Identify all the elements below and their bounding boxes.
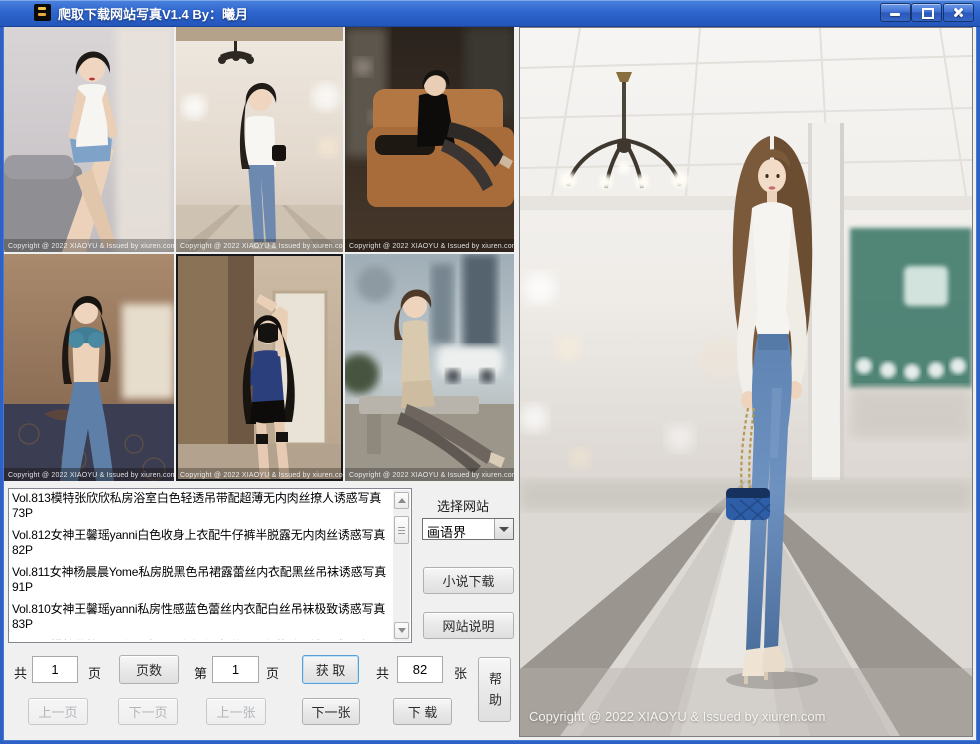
- current-page-input[interactable]: [212, 656, 259, 683]
- scroll-thumb[interactable]: [394, 516, 409, 544]
- next-page-button[interactable]: 下一页: [118, 698, 178, 725]
- thumbnail-copyright: Copyright @ 2022 XIAOYU & Issued by xiur…: [180, 243, 343, 250]
- page-count-button[interactable]: 页数: [119, 655, 179, 684]
- result-list: Vol.813模特张欣欣私房浴室白色轻透吊带配超薄无内肉丝撩人诱惑写真73P V…: [12, 491, 391, 640]
- thumbnail-photo-3: [345, 27, 514, 252]
- thumbnail-4[interactable]: Copyright @ 2022 XIAOYU & Issued by xiur…: [4, 254, 174, 481]
- list-item[interactable]: Vol.809模特艾静香黑色上衣配黑色短裙半脱露黑色蕾丝吊袜诱惑写真: [12, 639, 391, 640]
- app-icon: [34, 4, 51, 21]
- images-total-label: 共: [376, 663, 389, 682]
- thumbnail-copyright: Copyright @ 2022 XIAOYU & Issued by xiur…: [349, 243, 514, 250]
- thumbnail-photo-1: [4, 27, 174, 252]
- window-title: 爬取下载网站写真V1.4 By：曦月: [58, 4, 248, 23]
- thumbnail-photo-2: [176, 27, 343, 252]
- scroll-down-button[interactable]: [394, 622, 409, 639]
- thumbnail-copyright: Copyright @ 2022 XIAOYU & Issued by xiur…: [8, 472, 174, 479]
- site-select[interactable]: 画语界: [422, 518, 514, 540]
- preview-photo: [520, 28, 972, 736]
- close-button[interactable]: [943, 3, 974, 22]
- prev-page-button[interactable]: 上一页: [28, 698, 88, 725]
- list-item[interactable]: Vol.812女神王馨瑶yanni白色收身上衣配牛仔裤半脱露无内肉丝诱惑写真82…: [12, 528, 391, 558]
- site-select-value: 画语界: [427, 522, 466, 541]
- thumbnail-copyright: Copyright @ 2022 XIAOYU & Issued by xiur…: [180, 472, 343, 479]
- listbox-scrollbar[interactable]: [393, 490, 410, 641]
- preview-image: Copyright @ 2022 XIAOYU & Issued by xiur…: [519, 27, 973, 737]
- site-info-button[interactable]: 网站说明: [423, 612, 514, 639]
- thumbnail-photo-5: [176, 254, 343, 481]
- novel-download-button[interactable]: 小说下载: [423, 567, 514, 594]
- app-window: 爬取下载网站写真V1.4 By：曦月 Copyright @ 2022 XI: [0, 0, 980, 744]
- prev-image-button[interactable]: 上一张: [206, 698, 266, 725]
- maximize-button[interactable]: [911, 3, 942, 22]
- total-images-input[interactable]: [397, 656, 443, 683]
- thumbnail-1[interactable]: Copyright @ 2022 XIAOYU & Issued by xiur…: [4, 27, 174, 252]
- thumbnail-6[interactable]: Copyright @ 2022 XIAOYU & Issued by xiur…: [345, 254, 514, 481]
- site-select-label: 选择网站: [437, 496, 489, 515]
- thumbnail-3[interactable]: Copyright @ 2022 XIAOYU & Issued by xiur…: [345, 27, 514, 252]
- next-image-button[interactable]: 下一张: [302, 698, 360, 725]
- current-page-unit-label: 页: [266, 663, 279, 682]
- fetch-button[interactable]: 获 取: [302, 655, 359, 684]
- minimize-button[interactable]: [880, 3, 911, 22]
- total-pages-label: 共: [14, 663, 27, 682]
- list-item[interactable]: Vol.813模特张欣欣私房浴室白色轻透吊带配超薄无内肉丝撩人诱惑写真73P: [12, 491, 391, 521]
- list-item[interactable]: Vol.810女神王馨瑶yanni私房性感蓝色蕾丝内衣配白丝吊袜极致诱惑写真83…: [12, 602, 391, 632]
- thumbnail-5[interactable]: Copyright @ 2022 XIAOYU & Issued by xiur…: [176, 254, 343, 481]
- scroll-up-button[interactable]: [394, 492, 409, 509]
- list-item[interactable]: Vol.811女神杨晨晨Yome私房脱黑色吊裙露蕾丝内衣配黑丝吊袜诱惑写真91P: [12, 565, 391, 595]
- thumbnail-2[interactable]: Copyright @ 2022 XIAOYU & Issued by xiur…: [176, 27, 343, 252]
- chevron-down-icon[interactable]: [494, 519, 513, 539]
- pages-unit-label: 页: [88, 663, 101, 682]
- thumbnail-photo-6: [345, 254, 514, 481]
- current-page-label: 第: [194, 663, 207, 682]
- help-button[interactable]: 帮助: [478, 657, 511, 722]
- preview-copyright: Copyright @ 2022 XIAOYU & Issued by xiur…: [529, 709, 825, 724]
- thumbnail-copyright: Copyright @ 2022 XIAOYU & Issued by xiur…: [8, 243, 174, 250]
- thumbnail-copyright: Copyright @ 2022 XIAOYU & Issued by xiur…: [349, 472, 514, 479]
- total-pages-input[interactable]: [32, 656, 78, 683]
- images-unit-label: 张: [454, 663, 467, 682]
- result-listbox[interactable]: Vol.813模特张欣欣私房浴室白色轻透吊带配超薄无内肉丝撩人诱惑写真73P V…: [8, 488, 412, 643]
- download-button[interactable]: 下 载: [393, 698, 452, 725]
- storefront: [850, 228, 972, 438]
- thumbnail-photo-4: [4, 254, 174, 481]
